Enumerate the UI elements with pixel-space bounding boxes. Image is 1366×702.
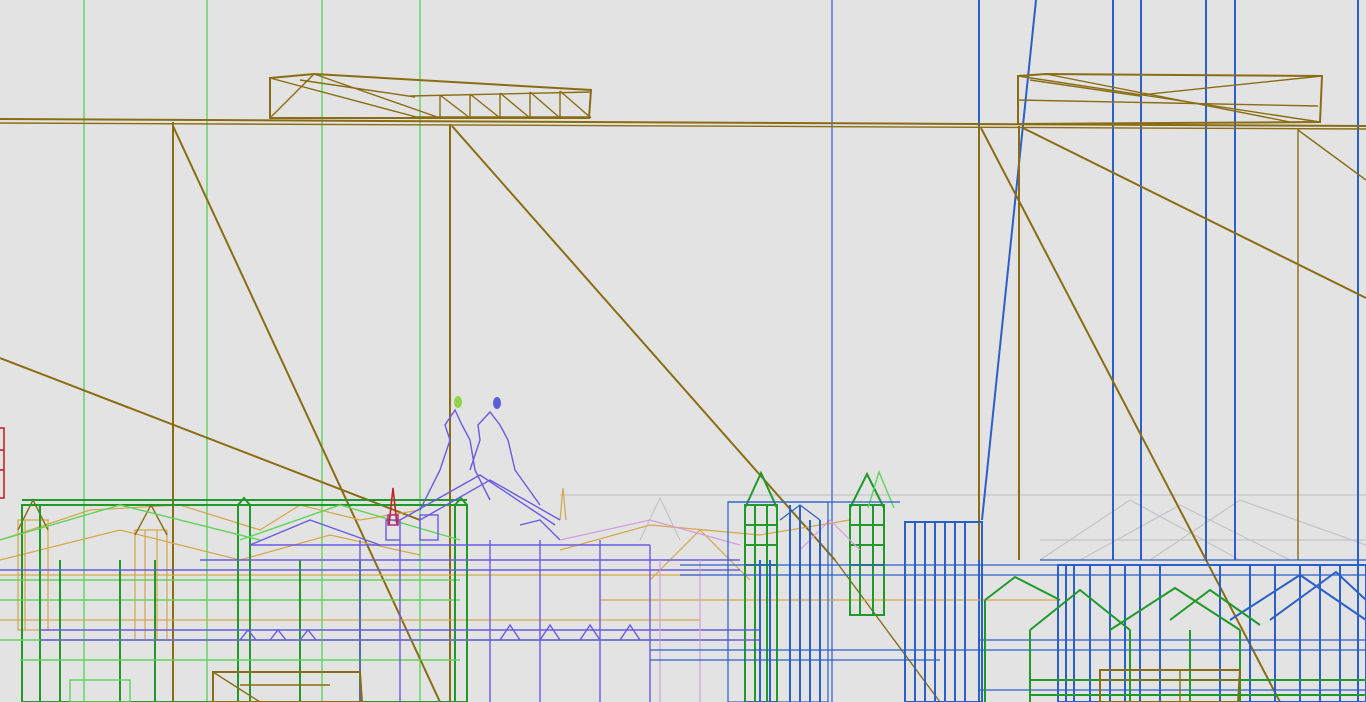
foreground-olive-details <box>212 669 1242 702</box>
purple-domed-building <box>0 408 760 702</box>
right-truss-crane <box>1017 72 1324 126</box>
tan-castle-outline <box>0 487 1060 641</box>
red-marker <box>0 427 5 499</box>
pink-roof-lines <box>559 519 861 702</box>
green-tower-right <box>849 469 895 616</box>
bridge-supports <box>0 122 1366 702</box>
wireframe-viewport[interactable] <box>0 0 1366 702</box>
left-truss-crane <box>269 72 593 119</box>
green-vertical-cables <box>83 0 421 702</box>
